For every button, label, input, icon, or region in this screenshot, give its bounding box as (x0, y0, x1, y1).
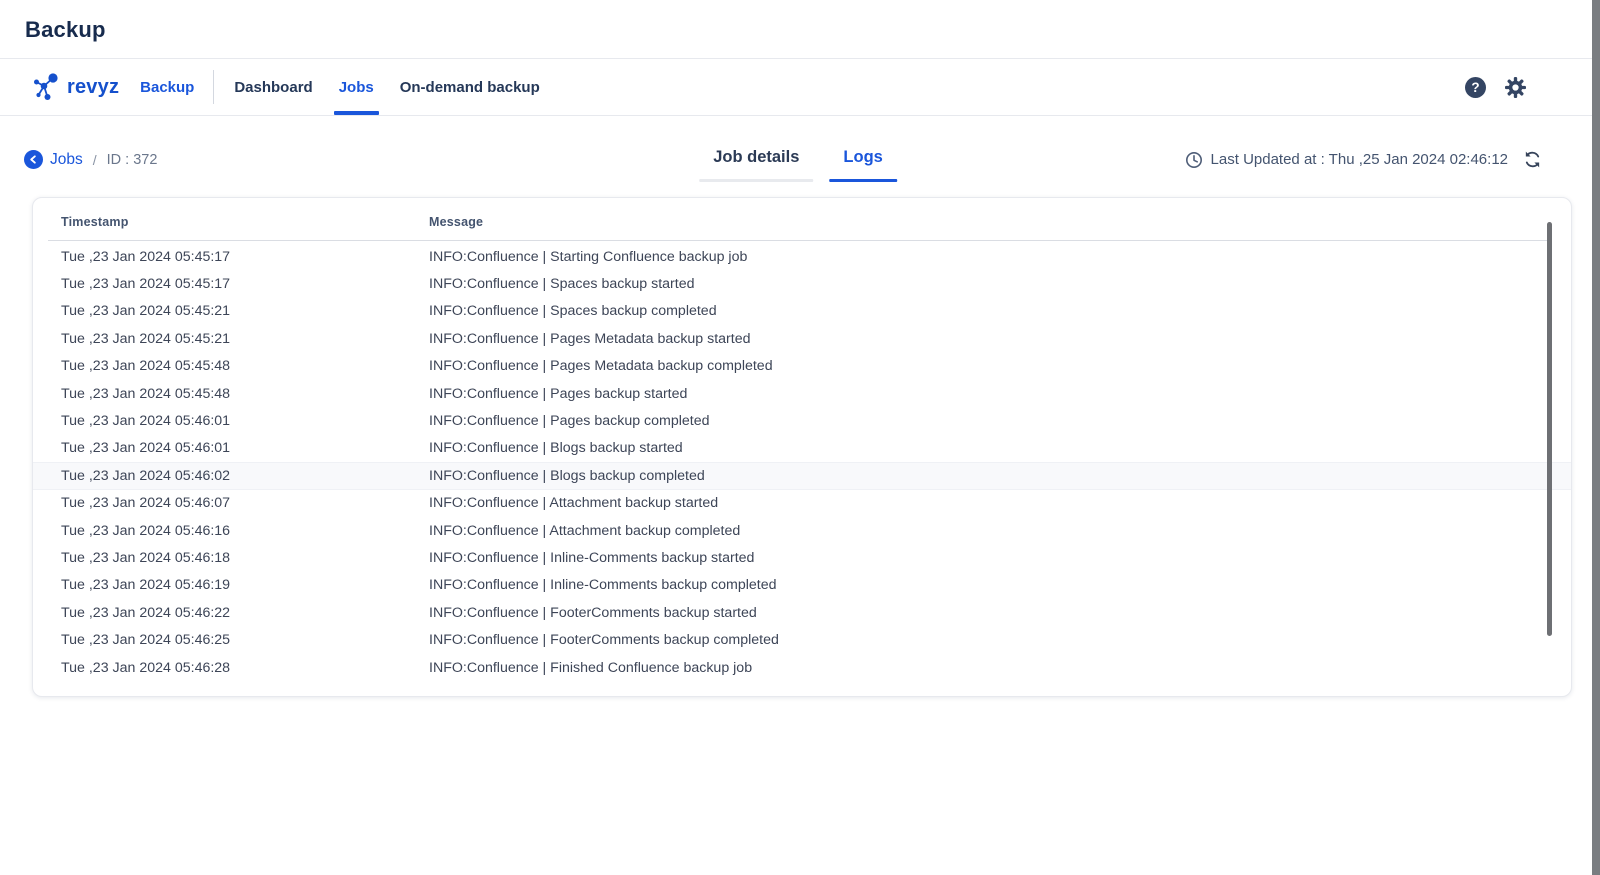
toolbar: Jobs / ID : 372 Job details Logs Last Up… (0, 116, 1600, 197)
message-cell: INFO:Confluence | Pages Metadata backup … (429, 358, 1543, 374)
message-cell: INFO:Confluence | Spaces backup complete… (429, 303, 1543, 319)
table-row: Tue ,23 Jan 2024 05:46:28 INFO:Confluenc… (33, 654, 1571, 681)
nav-icons: ? (1465, 77, 1526, 98)
timestamp-cell: Tue ,23 Jan 2024 05:46:18 (61, 550, 429, 566)
last-updated: Last Updated at : Thu ,25 Jan 2024 02:46… (1185, 150, 1542, 169)
column-header-timestamp: Timestamp (61, 215, 429, 229)
gear-icon[interactable] (1505, 77, 1526, 98)
log-rows: Tue ,23 Jan 2024 05:45:17 INFO:Confluenc… (33, 241, 1571, 681)
timestamp-cell: Tue ,23 Jan 2024 05:45:21 (61, 303, 429, 319)
table-row: Tue ,23 Jan 2024 05:46:02 INFO:Confluenc… (33, 462, 1571, 489)
table-row: Tue ,23 Jan 2024 05:46:22 INFO:Confluenc… (33, 599, 1571, 626)
revyz-molecule-icon (33, 72, 60, 102)
refresh-icon[interactable] (1523, 150, 1542, 169)
message-cell: INFO:Confluence | Inline-Comments backup… (429, 550, 1543, 566)
table-header: Timestamp Message (33, 198, 1571, 240)
message-cell: INFO:Confluence | FooterComments backup … (429, 605, 1543, 621)
breadcrumb-separator: / (93, 152, 97, 168)
nav-item-backup[interactable]: Backup (140, 79, 194, 96)
table-row: Tue ,23 Jan 2024 05:46:25 INFO:Confluenc… (33, 626, 1571, 653)
table-row: Tue ,23 Jan 2024 05:46:01 INFO:Confluenc… (33, 435, 1571, 462)
table-row: Tue ,23 Jan 2024 05:46:16 INFO:Confluenc… (33, 517, 1571, 544)
timestamp-cell: Tue ,23 Jan 2024 05:45:21 (61, 331, 429, 347)
breadcrumb-current-id: ID : 372 (107, 152, 158, 168)
message-cell: INFO:Confluence | Starting Confluence ba… (429, 249, 1543, 265)
timestamp-cell: Tue ,23 Jan 2024 05:46:02 (61, 468, 429, 484)
message-cell: INFO:Confluence | Inline-Comments backup… (429, 577, 1543, 593)
message-cell: INFO:Confluence | Pages backup completed (429, 413, 1543, 429)
page: Backup (0, 0, 1600, 875)
timestamp-cell: Tue ,23 Jan 2024 05:46:16 (61, 523, 429, 539)
last-updated-text: Last Updated at : Thu ,25 Jan 2024 02:46… (1211, 151, 1508, 168)
breadcrumb: Jobs / ID : 372 (24, 150, 157, 169)
nav-item-dashboard[interactable]: Dashboard (231, 59, 315, 115)
timestamp-cell: Tue ,23 Jan 2024 05:45:17 (61, 249, 429, 265)
table-row: Tue ,23 Jan 2024 05:46:07 INFO:Confluenc… (33, 490, 1571, 517)
timestamp-cell: Tue ,23 Jan 2024 05:46:25 (61, 632, 429, 648)
timestamp-cell: Tue ,23 Jan 2024 05:45:17 (61, 276, 429, 292)
message-cell: INFO:Confluence | FooterComments backup … (429, 632, 1543, 648)
breadcrumb-jobs-link[interactable]: Jobs (50, 151, 83, 169)
timestamp-cell: Tue ,23 Jan 2024 05:46:01 (61, 440, 429, 456)
nav-item-on-demand-backup[interactable]: On-demand backup (397, 59, 543, 115)
table-row: Tue ,23 Jan 2024 05:45:21 INFO:Confluenc… (33, 298, 1571, 325)
tabs: Job details Logs (699, 138, 897, 181)
table-row: Tue ,23 Jan 2024 05:46:01 INFO:Confluenc… (33, 407, 1571, 434)
table-row: Tue ,23 Jan 2024 05:45:17 INFO:Confluenc… (33, 270, 1571, 297)
timestamp-cell: Tue ,23 Jan 2024 05:46:22 (61, 605, 429, 621)
table-row: Tue ,23 Jan 2024 05:46:19 INFO:Confluenc… (33, 572, 1571, 599)
message-cell: INFO:Confluence | Attachment backup star… (429, 495, 1543, 511)
message-cell: INFO:Confluence | Pages Metadata backup … (429, 331, 1543, 347)
card-scrollbar-thumb[interactable] (1547, 222, 1552, 636)
page-title: Backup (0, 0, 1600, 58)
column-header-message: Message (429, 215, 1543, 229)
table-row: Tue ,23 Jan 2024 05:45:48 INFO:Confluenc… (33, 353, 1571, 380)
timestamp-cell: Tue ,23 Jan 2024 05:46:01 (61, 413, 429, 429)
timestamp-cell: Tue ,23 Jan 2024 05:46:19 (61, 577, 429, 593)
table-row: Tue ,23 Jan 2024 05:45:17 INFO:Confluenc… (33, 243, 1571, 270)
brand-name: revyz (67, 76, 119, 99)
page-scrollbar[interactable] (1592, 0, 1600, 875)
back-button[interactable] (24, 150, 43, 169)
clock-icon (1185, 151, 1203, 169)
logs-card: Timestamp Message Tue ,23 Jan 2024 05:45… (32, 197, 1572, 697)
timestamp-cell: Tue ,23 Jan 2024 05:46:28 (61, 660, 429, 676)
timestamp-cell: Tue ,23 Jan 2024 05:46:07 (61, 495, 429, 511)
message-cell: INFO:Confluence | Finished Confluence ba… (429, 660, 1543, 676)
help-icon[interactable]: ? (1465, 77, 1486, 98)
table-row: Tue ,23 Jan 2024 05:46:18 INFO:Confluenc… (33, 544, 1571, 571)
brand-logo[interactable]: revyz (33, 72, 119, 102)
message-cell: INFO:Confluence | Blogs backup started (429, 440, 1543, 456)
message-cell: INFO:Confluence | Pages backup started (429, 386, 1543, 402)
table-row: Tue ,23 Jan 2024 05:45:21 INFO:Confluenc… (33, 325, 1571, 352)
message-cell: INFO:Confluence | Spaces backup started (429, 276, 1543, 292)
tab-logs[interactable]: Logs (829, 138, 896, 181)
table-row: Tue ,23 Jan 2024 05:45:48 INFO:Confluenc… (33, 380, 1571, 407)
navbar: revyz Backup Dashboard Jobs On-demand ba… (0, 59, 1600, 115)
message-cell: INFO:Confluence | Blogs backup completed (429, 468, 1543, 484)
chevron-left-icon (28, 154, 39, 165)
timestamp-cell: Tue ,23 Jan 2024 05:45:48 (61, 386, 429, 402)
tab-job-details[interactable]: Job details (699, 138, 813, 181)
nav-separator (213, 70, 214, 104)
nav-item-jobs[interactable]: Jobs (336, 59, 377, 115)
timestamp-cell: Tue ,23 Jan 2024 05:45:48 (61, 358, 429, 374)
message-cell: INFO:Confluence | Attachment backup comp… (429, 523, 1543, 539)
